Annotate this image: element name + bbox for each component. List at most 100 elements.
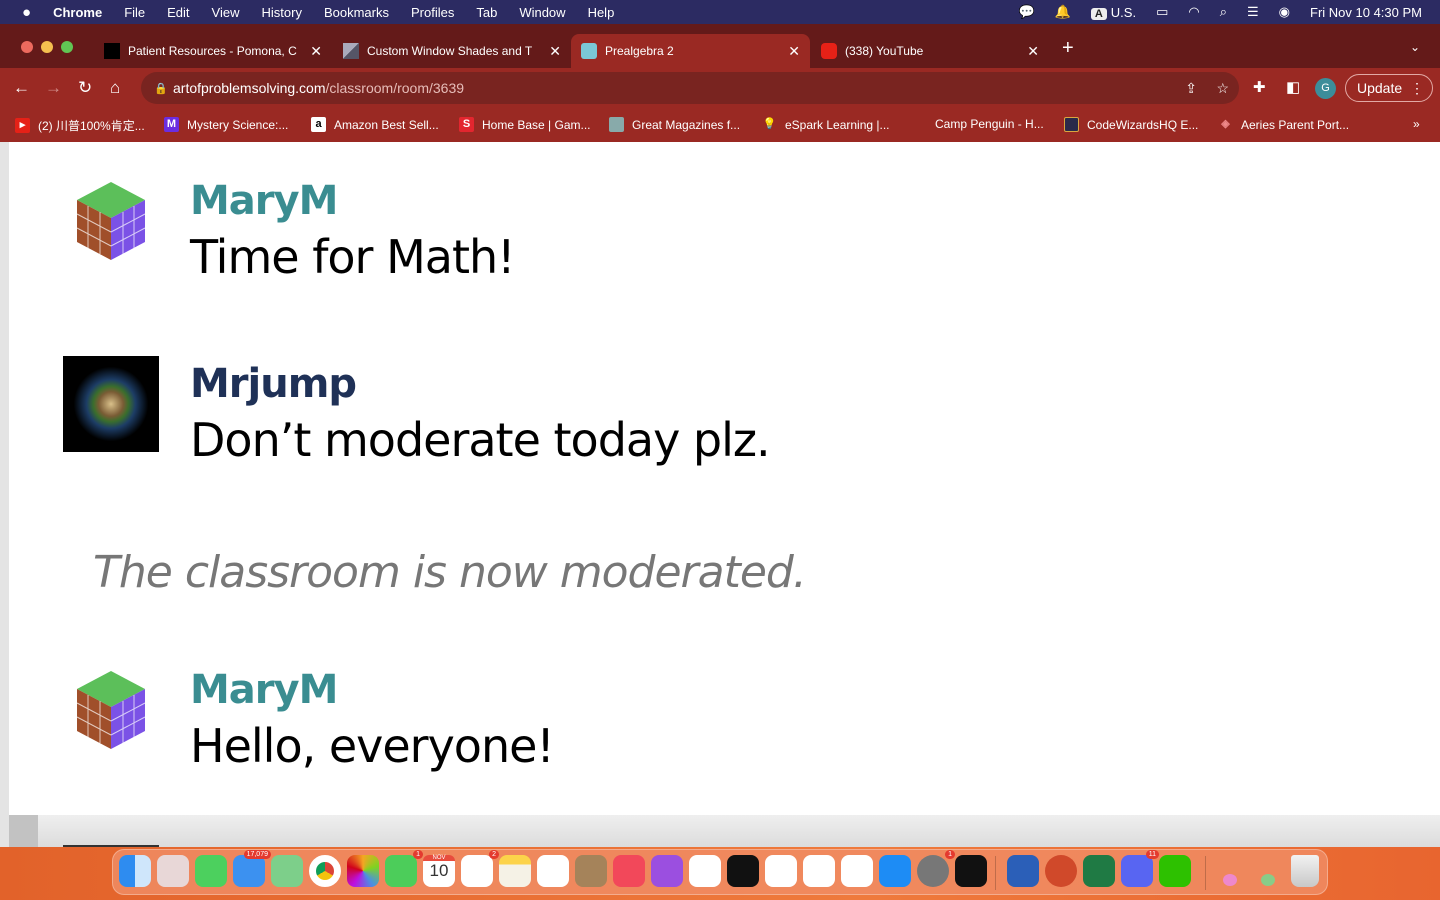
share-icon[interactable]: ⇪ — [1185, 80, 1197, 97]
menu-bookmarks[interactable]: Bookmarks — [324, 5, 389, 20]
numbers-icon[interactable] — [765, 855, 797, 887]
siri-icon[interactable]: ◉ — [1279, 4, 1290, 20]
menu-profiles[interactable]: Profiles — [411, 5, 454, 20]
music-icon[interactable] — [613, 855, 645, 887]
tab-strip: Patient Resources - Pomona, C ✕ Custom Wi… — [0, 24, 1440, 68]
bookmark-item[interactable]: Camp Penguin - H... — [935, 117, 1044, 131]
tab-prealgebra[interactable]: Prealgebra 2 ✕ — [571, 34, 810, 68]
message-author[interactable]: Mrjump — [190, 361, 770, 407]
input-source[interactable]: A U.S. — [1090, 5, 1136, 20]
more-menu-icon[interactable]: ⋮ — [1410, 75, 1424, 101]
system-settings-icon[interactable]: 1 — [917, 850, 955, 887]
message-text: Time for Math! — [190, 230, 516, 284]
close-tab-icon[interactable]: ✕ — [788, 43, 800, 60]
chrome-window-thumbnail[interactable] — [1261, 874, 1275, 886]
facetime-icon[interactable]: 1 — [385, 850, 423, 887]
app-store-icon[interactable] — [879, 855, 911, 887]
control-center-icon[interactable]: ☰ — [1247, 4, 1259, 20]
capcut-icon[interactable] — [727, 855, 759, 887]
bookmark-item[interactable]: 💡 eSpark Learning |... — [762, 117, 890, 132]
update-button[interactable]: Update ⋮ — [1345, 74, 1433, 102]
extensions-icon[interactable]: ✚ — [1253, 78, 1266, 96]
mystery-science-icon: M — [164, 117, 179, 132]
bookmark-star-icon[interactable]: ☆ — [1216, 80, 1229, 97]
close-window-button[interactable] — [21, 41, 33, 53]
keynote-icon[interactable] — [803, 855, 835, 887]
close-tab-icon[interactable]: ✕ — [310, 43, 322, 60]
home-button[interactable]: ⌂ — [110, 78, 120, 98]
finder-icon[interactable] — [119, 855, 151, 887]
menu-view[interactable]: View — [212, 5, 240, 20]
apple-icon[interactable]: ● — [22, 4, 31, 21]
menu-file[interactable]: File — [124, 5, 145, 20]
notification-icon[interactable]: 🔔 — [1055, 4, 1071, 20]
contacts-icon[interactable] — [575, 855, 607, 887]
mail-icon[interactable]: 17,079 — [233, 850, 271, 887]
news-icon[interactable] — [689, 855, 721, 887]
discord-icon[interactable]: 11 — [1121, 850, 1159, 887]
tab-patient-resources[interactable]: Patient Resources - Pomona, C ✕ — [94, 34, 332, 68]
chrome-window-thumbnail[interactable] — [1223, 874, 1237, 886]
freeform-icon[interactable] — [537, 855, 569, 887]
chrome-icon[interactable] — [309, 855, 341, 887]
menu-app[interactable]: Chrome — [53, 5, 102, 20]
message-text: Don’t moderate today plz. — [190, 413, 771, 467]
bookmark-item[interactable]: ▸ (2) 川普100%肯定... — [15, 117, 145, 134]
maps-icon[interactable] — [271, 855, 303, 887]
excel-icon[interactable] — [1083, 855, 1115, 887]
menu-history[interactable]: History — [262, 5, 302, 20]
wechat-icon[interactable] — [1159, 855, 1191, 887]
menu-window[interactable]: Window — [519, 5, 565, 20]
messages-icon[interactable] — [195, 855, 227, 887]
dock-separator — [995, 856, 996, 890]
dock-separator — [1205, 856, 1206, 890]
close-tab-icon[interactable]: ✕ — [1027, 43, 1039, 60]
menu-edit[interactable]: Edit — [167, 5, 189, 20]
bookmark-item[interactable]: S Home Base | Gam... — [459, 117, 591, 132]
bookmark-item[interactable]: ◈ Aeries Parent Port... — [1218, 117, 1349, 132]
menu-help[interactable]: Help — [588, 5, 615, 20]
chat-input-area[interactable] — [9, 815, 1440, 847]
side-panel-icon[interactable]: ◧ — [1286, 78, 1300, 96]
system-message: The classroom is now moderated. — [93, 547, 807, 598]
tab-window-shades[interactable]: Custom Window Shades and T ✕ — [333, 34, 571, 68]
battery-icon[interactable]: ▭ — [1156, 4, 1168, 20]
reminders-icon[interactable]: 2 — [461, 850, 499, 887]
profile-avatar[interactable]: G — [1315, 78, 1336, 99]
calendar-icon[interactable]: NOV 10 — [423, 855, 455, 887]
launchpad-icon[interactable] — [157, 855, 189, 887]
message-author[interactable]: MaryM — [190, 178, 515, 224]
tab-youtube[interactable]: (338) YouTube ✕ — [811, 34, 1049, 68]
magazine-icon — [609, 117, 624, 132]
bookmark-item[interactable]: a Amazon Best Sell... — [311, 117, 439, 132]
close-tab-icon[interactable]: ✕ — [549, 43, 561, 60]
trash-icon[interactable] — [1291, 855, 1319, 887]
wifi-icon[interactable]: ◠ — [1188, 4, 1199, 20]
new-tab-button[interactable]: + — [1062, 37, 1074, 60]
menu-tab[interactable]: Tab — [476, 5, 497, 20]
bookmark-item[interactable]: CodeWizardsHQ E... — [1064, 117, 1198, 132]
bookmark-item[interactable]: Great Magazines f... — [609, 117, 740, 132]
forward-button[interactable]: → — [45, 78, 62, 98]
clock[interactable]: Fri Nov 10 4:30 PM — [1310, 5, 1422, 20]
word-icon[interactable] — [1007, 855, 1039, 887]
minimize-window-button[interactable] — [41, 41, 53, 53]
bookmark-item[interactable]: M Mystery Science:... — [164, 117, 288, 132]
wechat-icon[interactable]: 💬 — [1018, 4, 1034, 20]
powerpoint-icon[interactable] — [1045, 855, 1077, 887]
reload-button[interactable]: ↻ — [78, 78, 92, 98]
bookmarks-overflow-button[interactable]: » — [1413, 117, 1420, 131]
message-author[interactable]: MaryM — [190, 667, 554, 713]
aops-cube-icon — [581, 43, 597, 59]
apple-tv-icon[interactable] — [955, 855, 987, 887]
tab-search-chevron-icon[interactable]: ⌄ — [1410, 40, 1420, 54]
address-bar[interactable]: 🔒 artofproblemsolving.com/classroom/room… — [141, 72, 1239, 104]
pages-icon[interactable] — [841, 855, 873, 887]
search-icon[interactable]: ⌕ — [1220, 4, 1227, 20]
zoom-window-button[interactable] — [61, 41, 73, 53]
podcasts-icon[interactable] — [651, 855, 683, 887]
back-button[interactable]: ← — [13, 78, 30, 98]
photos-icon[interactable] — [347, 855, 379, 887]
notes-icon[interactable] — [499, 855, 531, 887]
favicon-icon — [343, 43, 359, 59]
